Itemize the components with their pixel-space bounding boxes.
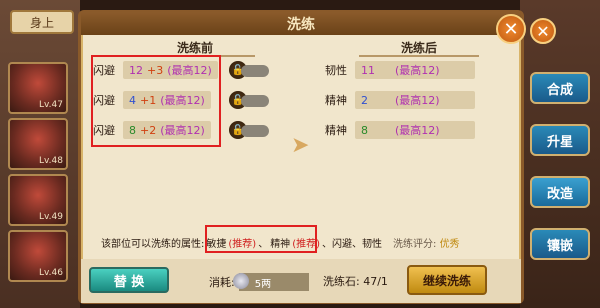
slot-level: Lv.49 [39, 212, 63, 222]
stat-value: 2 [361, 93, 368, 107]
stat-value: 11 [361, 63, 375, 77]
lock-track [241, 125, 269, 137]
cost-label: 消耗: [209, 276, 235, 289]
stat-max: (最高12) [395, 94, 440, 107]
notice-suffix: 、闪避、韧性 [322, 239, 382, 250]
stat-name: 韧性 [325, 64, 347, 77]
notice-prefix: 该部位可以洗练的属性: [101, 239, 205, 250]
inlay-button[interactable]: 镶嵌 [530, 228, 590, 260]
lock-toggle[interactable]: 🔓 [229, 61, 269, 79]
slot-level: Lv.46 [39, 268, 63, 278]
stone-label: 洗练石: [323, 275, 360, 288]
stat-max: (最高12) [395, 64, 440, 77]
stat-value-box: 2 (最高12) [355, 91, 475, 109]
close-icon[interactable]: ✕ [496, 14, 526, 44]
stat-value-box: 11 (最高12) [355, 61, 475, 79]
cost-value: 5两 [254, 278, 272, 290]
equipment-slot[interactable]: Lv.46 [8, 230, 68, 282]
upstar-button[interactable]: 升星 [530, 124, 590, 156]
cost-display: 消耗: 5两 [209, 273, 309, 291]
stone-count: 洗练石: 47/1 [323, 273, 388, 289]
slot-level: Lv.47 [39, 100, 63, 110]
lock-toggle[interactable]: 🔓 [229, 121, 269, 139]
replace-button[interactable]: 替 换 [89, 267, 169, 293]
equipment-slot[interactable]: Lv.47 [8, 62, 68, 114]
stat-name: 精神 [325, 94, 347, 107]
recommend-highlight [205, 225, 317, 253]
after-heading: 洗练后 [359, 39, 479, 57]
after-stat-row: 韧性 11 (最高12) [325, 61, 475, 79]
modify-button[interactable]: 改造 [530, 176, 590, 208]
stat-value-box: 8 (最高12) [355, 121, 475, 139]
after-stat-row: 精神 2 (最高12) [325, 91, 475, 109]
arrow-right-icon: ➤ [291, 133, 310, 158]
rating-label: 洗练评分: [393, 239, 437, 250]
slot-level: Lv.48 [39, 156, 63, 166]
rating-grade: 优秀 [439, 239, 460, 250]
stat-max: (最高12) [395, 124, 440, 137]
lock-track [241, 95, 269, 107]
tab-equipped[interactable]: 身上 [10, 10, 74, 34]
before-stats-highlight [91, 55, 221, 147]
cost-box: 5两 [232, 273, 309, 291]
stone-value: 47/1 [363, 275, 388, 288]
refine-rating: 洗练评分: 优秀 [393, 235, 460, 250]
silver-coin-icon [232, 273, 249, 289]
continue-refine-button[interactable]: 继续洗练 [407, 265, 487, 295]
dialog-footer: 替 换 消耗: 5两 洗练石: 47/1 继续洗练 [81, 259, 521, 303]
refine-dialog: 洗练 洗练前 闪避 12 +3 (最高12) 闪避 4 +1 (最高12) 闪避… [78, 10, 524, 304]
equipment-slot[interactable]: Lv.49 [8, 174, 68, 226]
equipment-slot[interactable]: Lv.48 [8, 118, 68, 170]
close-icon[interactable]: ✕ [530, 18, 556, 44]
stat-value: 8 [361, 123, 368, 137]
dialog-title: 洗练 [81, 13, 521, 35]
lock-track [241, 65, 269, 77]
after-stat-row: 精神 8 (最高12) [325, 121, 475, 139]
compose-button[interactable]: 合成 [530, 72, 590, 104]
lock-toggle[interactable]: 🔓 [229, 91, 269, 109]
stat-name: 精神 [325, 124, 347, 137]
equipment-sidebar: 身上 Lv.47 Lv.48 Lv.49 Lv.46 [0, 0, 80, 308]
